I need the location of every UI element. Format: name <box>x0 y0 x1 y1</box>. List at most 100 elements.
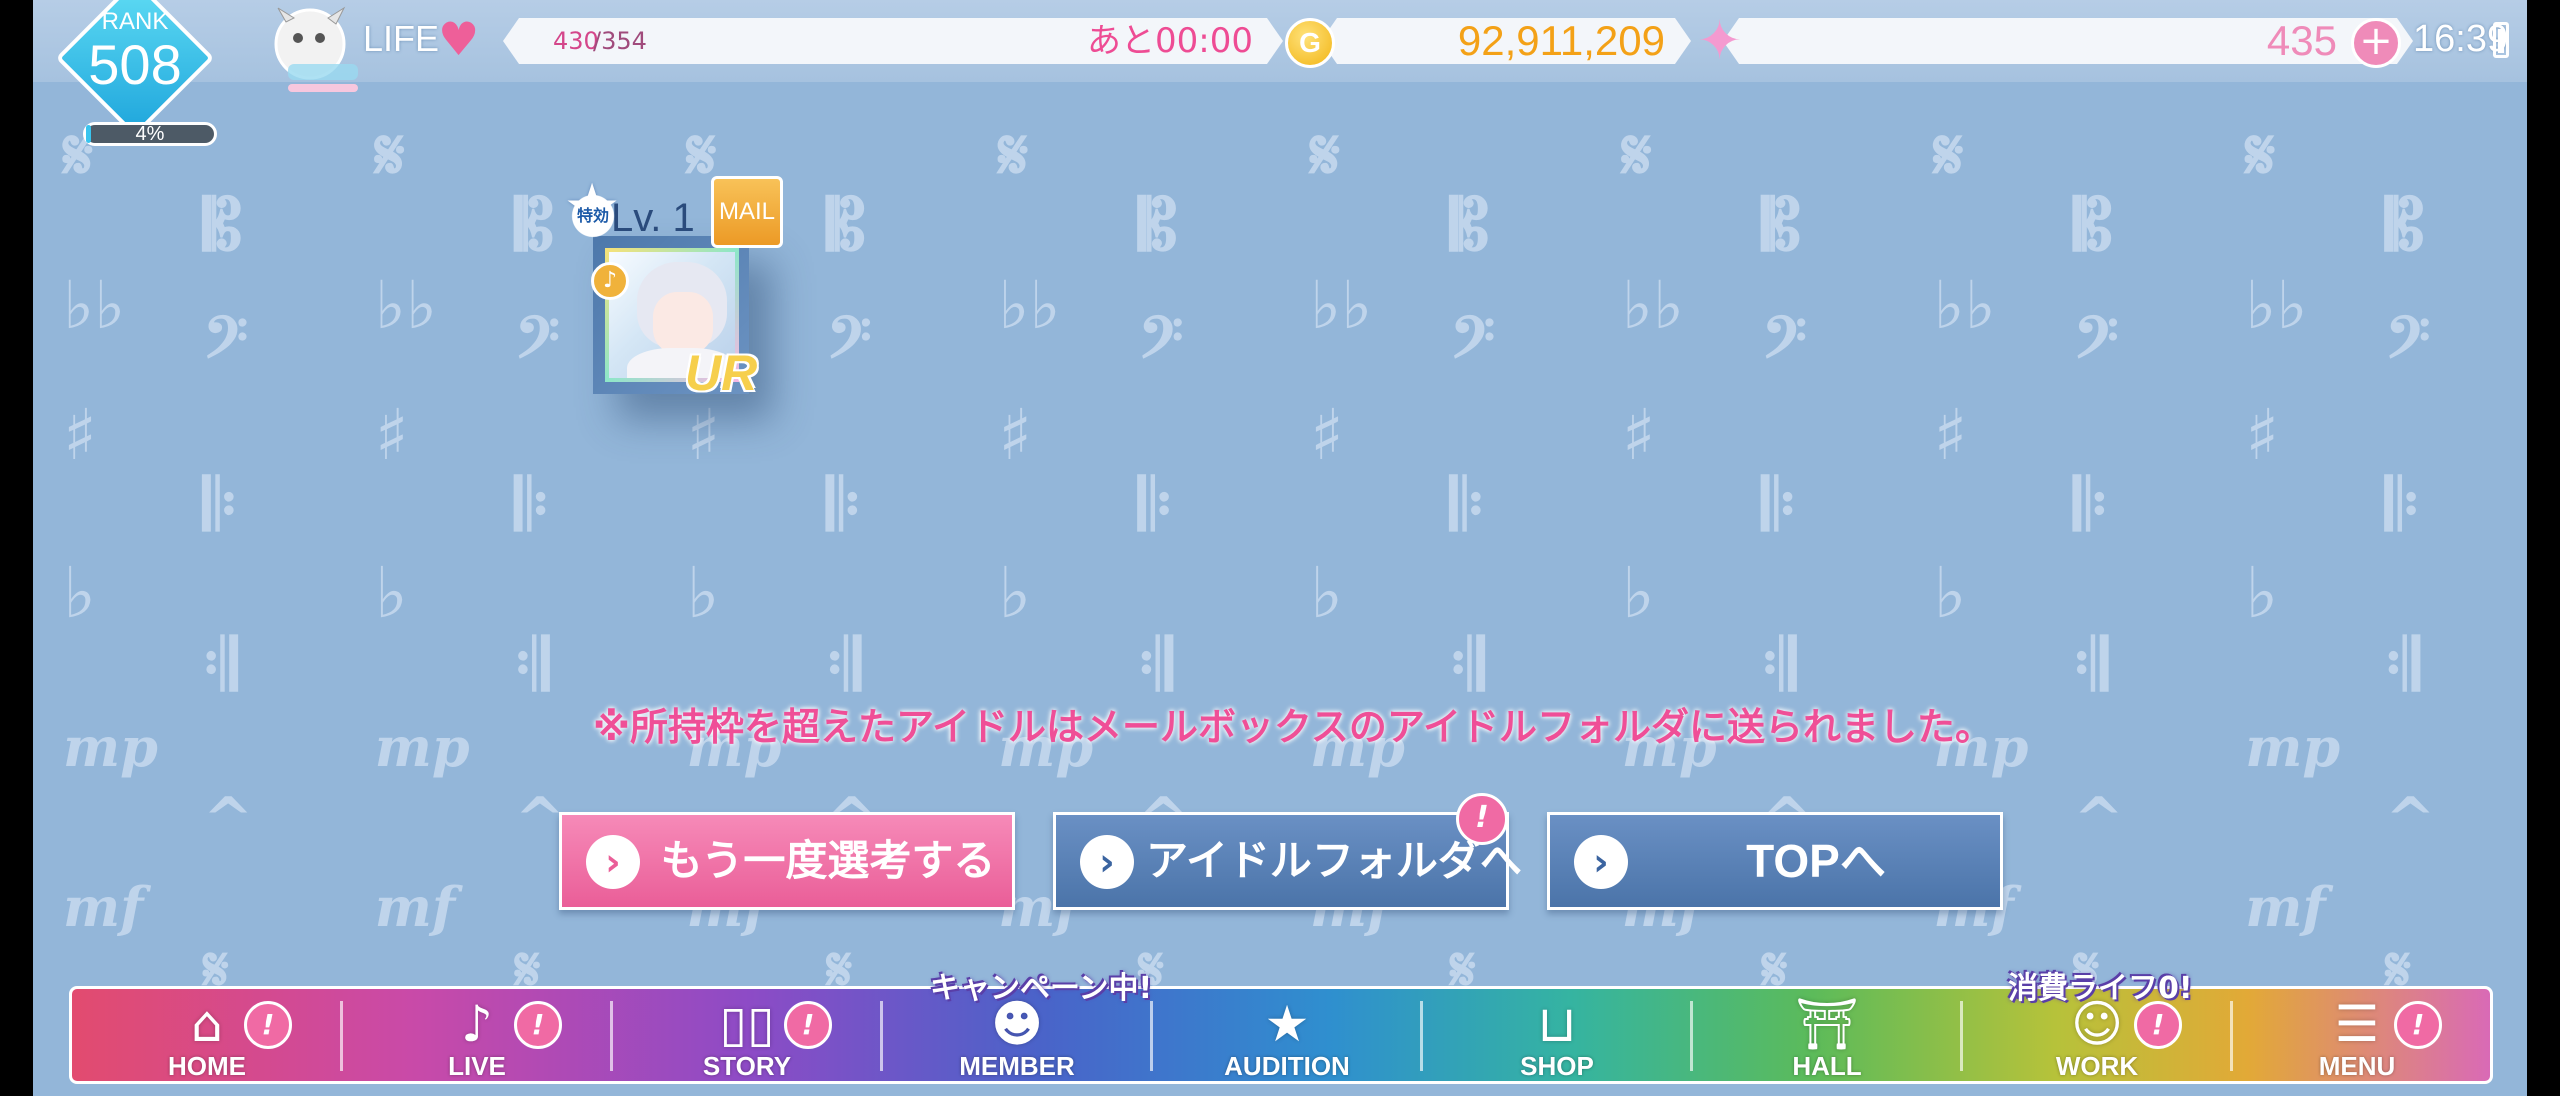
music-symbol: ♯ <box>1933 393 1968 476</box>
music-symbol: 𝄋 <box>1621 113 1652 196</box>
nav-label: AUDITION <box>1224 1051 1350 1081</box>
music-symbol: 𝄆 <box>203 463 238 546</box>
idol-folder-button[interactable]: › アイドルフォルダへ ! <box>1053 793 1522 910</box>
music-symbol: 𝄆 <box>2073 463 2108 546</box>
life-recovery-timer: あと00:00 <box>1087 21 1253 61</box>
music-symbol: 𝄢 <box>1450 303 1496 386</box>
music-symbol: 𝄆 <box>514 463 549 546</box>
life-current: 430 <box>553 27 599 55</box>
life-label: LIFE <box>363 18 440 59</box>
music-symbol: ^ <box>2073 785 2124 855</box>
home-icon: ⌂ <box>191 995 223 1053</box>
music-symbol: 𝄆 <box>1450 463 1485 546</box>
music-symbol: 𝄡 <box>203 183 243 266</box>
music-symbol: ♭ <box>63 551 97 634</box>
music-symbol: 𝄢 <box>1761 303 1807 386</box>
gems-amount: 435 <box>2266 17 2337 64</box>
retry-audition-button[interactable]: › もう一度選考する <box>559 812 1015 910</box>
music-symbol: mf <box>374 875 456 939</box>
nav-work[interactable]: 消費ライフ0! ☺ WORK ! <box>1962 971 2232 1081</box>
rank-value: 508 <box>88 33 182 96</box>
music-symbol: 𝄇 <box>1761 623 1796 706</box>
nav-audition[interactable]: ★ AUDITION <box>1152 989 1422 1081</box>
idol-card[interactable]: Lv. 1 ★ 特効 MAIL ♪ UR <box>561 176 791 416</box>
attribute-icon: ♪ <box>591 262 629 300</box>
music-symbol: ♯ <box>2245 393 2280 476</box>
music-symbol: 𝄡 <box>1138 183 1178 266</box>
rarity-label: UR <box>685 345 758 401</box>
bottom-nav: ⌂ HOME ! ♪ LIVE ! ▯▯ STORY ! キャンペーン中! ☻ … <box>69 971 2493 1084</box>
rank-badge[interactable]: RANK 508 <box>55 0 215 138</box>
music-symbol: ^ <box>203 785 254 855</box>
retry-button-label: もう一度選考する <box>660 836 996 885</box>
music-symbol: 𝄢 <box>1138 303 1184 386</box>
music-symbol: 𝄡 <box>2385 183 2425 266</box>
music-symbol: ♭♭ <box>63 266 126 344</box>
music-symbol: ♭♭ <box>1310 266 1373 344</box>
music-symbol: ♭ <box>686 551 720 634</box>
battery-icon <box>2493 22 2509 58</box>
music-symbol: 𝄢 <box>826 303 872 386</box>
nav-label: HOME <box>168 1051 246 1081</box>
rank-progress-bar: 4% <box>83 122 217 146</box>
music-symbol: ♭ <box>1310 551 1344 634</box>
alert-badge: ! <box>1456 793 1508 845</box>
hall-icon: ⛩ <box>1795 995 1859 1053</box>
add-gems-button[interactable]: + <box>2351 18 2401 68</box>
nav-label: HALL <box>1792 1051 1862 1081</box>
nav-home[interactable]: ⌂ HOME ! <box>72 989 342 1081</box>
alert-badge: ! <box>244 1001 292 1049</box>
music-symbol: 𝄡 <box>826 183 866 266</box>
music-symbol: 𝄆 <box>1138 463 1173 546</box>
top-button-label: TOPへ <box>1746 835 1886 887</box>
nav-story[interactable]: ▯▯ STORY ! <box>612 989 882 1081</box>
music-note-icon: ♪ <box>461 995 493 1053</box>
music-symbol: 𝄋 <box>1933 113 1964 196</box>
music-symbol: 𝄡 <box>1761 183 1801 266</box>
music-symbol: ♭♭ <box>1933 266 1996 344</box>
mail-tag: MAIL <box>711 176 783 248</box>
status-bar: 430 /354 あと00:00 92,911,209 435 LIFE ♥ G… <box>33 0 2527 92</box>
nav-label: LIVE <box>448 1051 506 1081</box>
alert-badge: ! <box>2394 1001 2442 1049</box>
nav-hall[interactable]: ⛩ HALL <box>1692 989 1962 1081</box>
alert-badge: ! <box>784 1001 832 1049</box>
music-symbol: mf <box>63 875 144 939</box>
music-symbol: 𝄡 <box>1450 183 1490 266</box>
nav-label: SHOP <box>1520 1051 1594 1081</box>
music-symbol: 𝄢 <box>2385 303 2431 386</box>
music-symbol: ♭ <box>374 551 408 634</box>
music-symbol: 𝄡 <box>514 183 554 266</box>
work-icon: ☺ <box>2070 995 2124 1053</box>
nav-label: MENU <box>2318 1051 2396 1081</box>
rank-progress-percent: 4% <box>135 123 165 145</box>
music-symbol: ♭♭ <box>998 266 1061 344</box>
music-symbol: ♭ <box>1621 551 1655 634</box>
music-symbol: ♭ <box>1933 551 1967 634</box>
music-symbol: 𝄋 <box>1310 113 1341 196</box>
nav-label: WORK <box>2055 1051 2139 1081</box>
nav-shop[interactable]: ⊔ SHOP <box>1422 989 1692 1081</box>
audition-card-icon: ★ <box>1264 995 1310 1053</box>
top-button[interactable]: › TOPへ <box>1547 812 2003 910</box>
card-level: Lv. 1 <box>611 196 695 240</box>
music-symbol: ♭♭ <box>2245 266 2308 344</box>
gem-counter: 435 <box>1723 18 2413 64</box>
music-symbol: 𝄇 <box>2385 623 2420 706</box>
music-notation-background: 𝄋𝄋𝄋𝄋𝄋𝄋𝄋𝄋𝄡𝄡𝄡𝄡𝄡𝄡𝄡𝄡♭♭♭♭♭♭♭♭♭♭♭♭♭♭♭♭𝄢𝄢𝄢𝄢𝄢𝄢𝄢𝄢… <box>33 0 2527 1096</box>
nav-menu[interactable]: ☰ MENU ! <box>2222 989 2492 1081</box>
music-symbol: 𝄇 <box>1450 623 1485 706</box>
book-icon: ▯▯ <box>719 995 775 1053</box>
music-symbol: 𝄇 <box>203 623 238 706</box>
sparkle-gem-icon: ✦ <box>1697 9 1743 72</box>
music-symbol: 𝄢 <box>514 303 560 386</box>
nav-label: STORY <box>702 1051 792 1081</box>
nav-member[interactable]: キャンペーン中! ☻ MEMBER <box>882 971 1152 1081</box>
music-symbol: 𝄆 <box>826 463 861 546</box>
nav-live[interactable]: ♪ LIVE ! <box>342 989 612 1081</box>
basket-icon: ⊔ <box>1537 995 1577 1053</box>
alert-badge: ! <box>2134 1001 2182 1049</box>
gold-amount: 92,911,209 <box>1457 17 1665 64</box>
life-gauge: 430 /354 あと00:00 <box>503 18 1283 64</box>
music-symbol: 𝄇 <box>826 623 861 706</box>
